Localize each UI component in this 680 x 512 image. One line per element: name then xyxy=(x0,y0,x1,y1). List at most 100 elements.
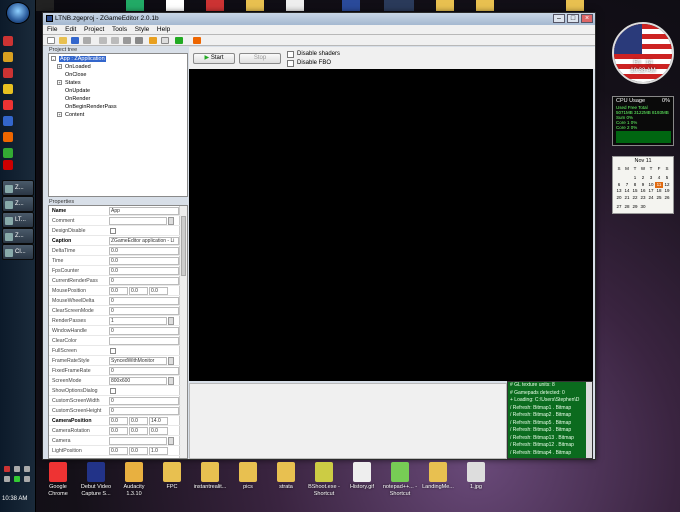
property-value-field[interactable]: ZGameEditor application - Li xyxy=(109,237,179,245)
menu-file[interactable]: File xyxy=(47,25,57,35)
tree-item[interactable]: OnRender xyxy=(65,96,90,102)
desktop-icon[interactable]: History.gif xyxy=(344,462,380,491)
calendar-day[interactable] xyxy=(615,173,623,180)
tray-icon[interactable] xyxy=(24,476,30,482)
tray-icon[interactable] xyxy=(4,476,10,482)
property-value-field[interactable]: 0 xyxy=(109,367,179,375)
desktop-icon[interactable]: LandingMe... xyxy=(420,462,456,491)
calendar-day[interactable] xyxy=(647,201,655,208)
property-value-field[interactable]: 0.0 xyxy=(109,287,128,295)
calendar-day[interactable]: 22 xyxy=(631,195,639,202)
tree-item-app[interactable]: - App : ZApplication xyxy=(51,56,106,62)
taskbar-clock[interactable]: 10:38 AM xyxy=(2,496,27,502)
calendar-day[interactable]: 20 xyxy=(615,195,623,202)
collapse-icon[interactable]: - xyxy=(51,56,56,62)
property-value-field[interactable]: 0.0 xyxy=(109,427,128,435)
property-row[interactable]: DesignDisable xyxy=(49,226,181,236)
quicklaunch-icon[interactable] xyxy=(3,68,13,78)
calendar-day[interactable]: 27 xyxy=(615,204,623,211)
preview-viewport[interactable] xyxy=(189,69,593,381)
start-button[interactable]: ▶ Start xyxy=(193,53,235,64)
property-value-field[interactable]: 0.0 xyxy=(109,447,128,455)
expand-icon[interactable]: + xyxy=(57,64,62,70)
property-checkbox[interactable] xyxy=(110,388,116,394)
disable-fbo-checkbox[interactable] xyxy=(287,60,294,67)
menu-help[interactable]: Help xyxy=(157,25,170,35)
tray-icon[interactable] xyxy=(14,476,20,482)
dropdown-arrow-icon[interactable] xyxy=(168,377,174,385)
property-row[interactable]: FrameRateStyle SyncedWithMonitor xyxy=(49,356,181,366)
desktop-icon[interactable]: BShoot.exe - Shortcut xyxy=(306,462,342,497)
property-value-field[interactable]: 800x600 xyxy=(109,377,167,385)
taskbar-button[interactable]: Z... xyxy=(2,180,34,196)
property-value-field[interactable] xyxy=(109,217,167,225)
menu-project[interactable]: Project xyxy=(84,25,104,35)
quicklaunch-icon[interactable] xyxy=(3,116,13,126)
disable-shaders-checkbox[interactable] xyxy=(287,51,294,58)
property-value-field[interactable]: 0 xyxy=(109,307,179,315)
property-row[interactable]: FullScreen xyxy=(49,346,181,356)
property-value-field[interactable]: 0 xyxy=(109,297,179,305)
property-row[interactable]: FixedFrameRate 0 xyxy=(49,366,181,376)
desktop-icon[interactable]: notepad++... - Shortcut xyxy=(382,462,418,497)
property-row[interactable]: ShowOptionsDialog xyxy=(49,386,181,396)
menu-tools[interactable]: Tools xyxy=(112,25,127,35)
property-value-field[interactable]: 0.0 xyxy=(149,427,168,435)
calendar-day[interactable]: 29 xyxy=(631,204,639,211)
property-row[interactable]: CustomScreenHeight 0 xyxy=(49,406,181,416)
property-row[interactable]: DeltaTime 0.0 xyxy=(49,246,181,256)
property-row[interactable]: Camera xyxy=(49,436,181,446)
delete-icon[interactable] xyxy=(135,37,143,44)
run-icon[interactable] xyxy=(175,37,183,44)
editor-area[interactable] xyxy=(189,383,507,459)
build-icon[interactable] xyxy=(149,37,157,44)
desktop-icon[interactable] xyxy=(36,0,54,11)
tray-icon[interactable] xyxy=(24,466,30,472)
property-value-field[interactable]: 0.0 xyxy=(129,427,148,435)
tree-item[interactable]: + States xyxy=(57,80,81,86)
calendar-day[interactable]: 30 xyxy=(639,204,647,211)
property-row[interactable]: RenderPasses 1 xyxy=(49,316,181,326)
property-value-field[interactable]: 0 xyxy=(109,397,179,405)
property-value-field[interactable]: 0.0 xyxy=(149,287,168,295)
calendar-gadget[interactable]: Nov 11 S M T W T F S1 2 3 4 56 7 8 9 10 11 1213 14 15 16 17 1… xyxy=(612,156,674,214)
zge-icon[interactable] xyxy=(193,37,201,44)
menu-style[interactable]: Style xyxy=(135,25,149,35)
tree-item[interactable]: OnClose xyxy=(65,72,86,78)
property-value-field[interactable]: 0.0 xyxy=(109,247,179,255)
tree-item[interactable]: OnBeginRenderPass xyxy=(65,104,117,110)
desktop-icon[interactable]: instantrealit... xyxy=(192,462,228,491)
dropdown-arrow-icon[interactable] xyxy=(168,317,174,325)
property-value-field[interactable]: 1 xyxy=(109,317,167,325)
tree-item[interactable]: OnUpdate xyxy=(65,88,90,94)
property-value-field[interactable]: 0.0 xyxy=(129,287,148,295)
desktop-icon[interactable]: pics xyxy=(230,462,266,491)
property-value-field[interactable]: 0.0 xyxy=(109,267,179,275)
maximize-button[interactable]: □ xyxy=(567,14,579,23)
expand-icon[interactable]: + xyxy=(57,80,62,86)
tree-item[interactable]: + Content xyxy=(57,112,84,118)
calendar-day[interactable]: 28 xyxy=(623,204,631,211)
taskbar-button[interactable]: Cl... xyxy=(2,244,34,260)
new-icon[interactable] xyxy=(47,37,55,44)
property-value-field[interactable]: 0 xyxy=(109,277,179,285)
calendar-day[interactable] xyxy=(655,201,663,208)
stop-button[interactable]: Stop xyxy=(239,53,281,64)
scroll-thumb[interactable] xyxy=(181,216,186,276)
desktop-icon[interactable] xyxy=(166,0,184,11)
property-row[interactable]: Name App xyxy=(49,206,181,216)
start-button[interactable] xyxy=(6,2,30,24)
log-panel[interactable]: # GL texture units: 8 # Gamepads detected… xyxy=(507,381,593,459)
calendar-day[interactable] xyxy=(663,201,671,208)
property-row[interactable]: CameraPosition 0.0 0.0 14.0 xyxy=(49,416,181,426)
save-icon[interactable] xyxy=(71,37,79,44)
property-value-field[interactable]: 0.0 xyxy=(109,417,128,425)
desktop-icon[interactable]: 1.jpg xyxy=(458,462,494,491)
desktop-icon[interactable] xyxy=(384,0,414,11)
desktop-icon[interactable] xyxy=(206,0,224,11)
taskbar-button[interactable]: LT... xyxy=(2,212,34,228)
property-value-field[interactable]: 0 xyxy=(109,327,179,335)
desktop-icon[interactable]: Audacity 1.3.10 xyxy=(116,462,152,497)
ellipsis-button[interactable] xyxy=(168,217,174,225)
dropdown-arrow-icon[interactable] xyxy=(168,437,174,445)
